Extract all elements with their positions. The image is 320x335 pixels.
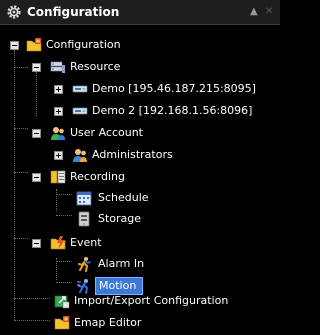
panel-header: Configuration ▲ ✕ bbox=[0, 0, 280, 25]
tree-node-configuration[interactable]: Configuration bbox=[0, 34, 280, 56]
tree-node-label: Schedule bbox=[98, 191, 149, 204]
tree-node-user-account[interactable]: User Account bbox=[0, 122, 280, 144]
folder-config-icon bbox=[26, 37, 42, 53]
collapse-toggle[interactable] bbox=[32, 239, 41, 248]
tree-node-label: Storage bbox=[98, 212, 142, 225]
configuration-panel: Configuration ▲ ✕ Configuration Resource… bbox=[0, 0, 280, 335]
expand-toggle[interactable] bbox=[54, 151, 63, 160]
tree-node-demo-1[interactable]: Demo [195.46.187.215:8095] bbox=[0, 78, 280, 100]
tree-node-alarm-in[interactable]: Alarm In bbox=[0, 253, 280, 275]
device-icon bbox=[72, 81, 88, 97]
server-icon bbox=[50, 59, 66, 75]
tree-node-storage[interactable]: Storage bbox=[0, 208, 280, 230]
users-icon bbox=[50, 125, 66, 141]
tree-node-label: Demo [195.46.187.215:8095] bbox=[92, 82, 256, 95]
close-button[interactable]: ✕ bbox=[265, 5, 273, 19]
device-icon bbox=[72, 103, 88, 119]
calendar-icon bbox=[76, 190, 92, 206]
tree-node-label: Administrators bbox=[92, 148, 173, 161]
running-man-icon bbox=[76, 256, 92, 272]
tree-node-label: Recording bbox=[70, 170, 126, 183]
collapse-toggle[interactable] bbox=[32, 173, 41, 182]
gear-icon bbox=[6, 4, 22, 20]
recording-icon bbox=[50, 169, 66, 185]
tree-node-event[interactable]: Event bbox=[0, 232, 280, 254]
tree-node-administrators[interactable]: Administrators bbox=[0, 144, 280, 166]
import-export-icon bbox=[54, 293, 70, 309]
tree-node-recording[interactable]: Recording bbox=[0, 166, 280, 188]
expand-toggle[interactable] bbox=[54, 85, 63, 94]
storage-icon bbox=[76, 211, 92, 227]
tree-node-label: Import/Export Configuration bbox=[74, 294, 229, 307]
collapse-button[interactable]: ▲ bbox=[250, 5, 258, 19]
tree-node-import-export[interactable]: Import/Export Configuration bbox=[0, 290, 280, 312]
tree-node-label: Demo 2 [192.168.1.56:8096] bbox=[92, 104, 253, 117]
tree-node-label: Alarm In bbox=[98, 257, 145, 270]
tree-node-label: Resource bbox=[70, 60, 121, 73]
tree-node-label: Emap Editor bbox=[74, 316, 142, 329]
tree-node-resource[interactable]: Resource bbox=[0, 56, 280, 78]
admin-group-icon bbox=[72, 147, 88, 163]
panel-title: Configuration bbox=[27, 5, 120, 19]
tree-node-schedule[interactable]: Schedule bbox=[0, 187, 280, 209]
tree-node-emap-editor[interactable]: Emap Editor bbox=[0, 312, 280, 334]
collapse-toggle[interactable] bbox=[10, 41, 19, 50]
tree-node-label: User Account bbox=[70, 126, 143, 139]
map-folder-icon bbox=[54, 315, 70, 331]
event-folder-icon bbox=[50, 235, 66, 251]
tree-node-demo-2[interactable]: Demo 2 [192.168.1.56:8096] bbox=[0, 100, 280, 122]
configuration-tree: Configuration Resource Demo [195.46.187.… bbox=[0, 24, 280, 335]
tree-node-label: Event bbox=[70, 236, 102, 249]
tree-node-label: Configuration bbox=[46, 38, 121, 51]
collapse-toggle[interactable] bbox=[32, 129, 41, 138]
expand-toggle[interactable] bbox=[54, 107, 63, 116]
collapse-toggle[interactable] bbox=[32, 63, 41, 72]
